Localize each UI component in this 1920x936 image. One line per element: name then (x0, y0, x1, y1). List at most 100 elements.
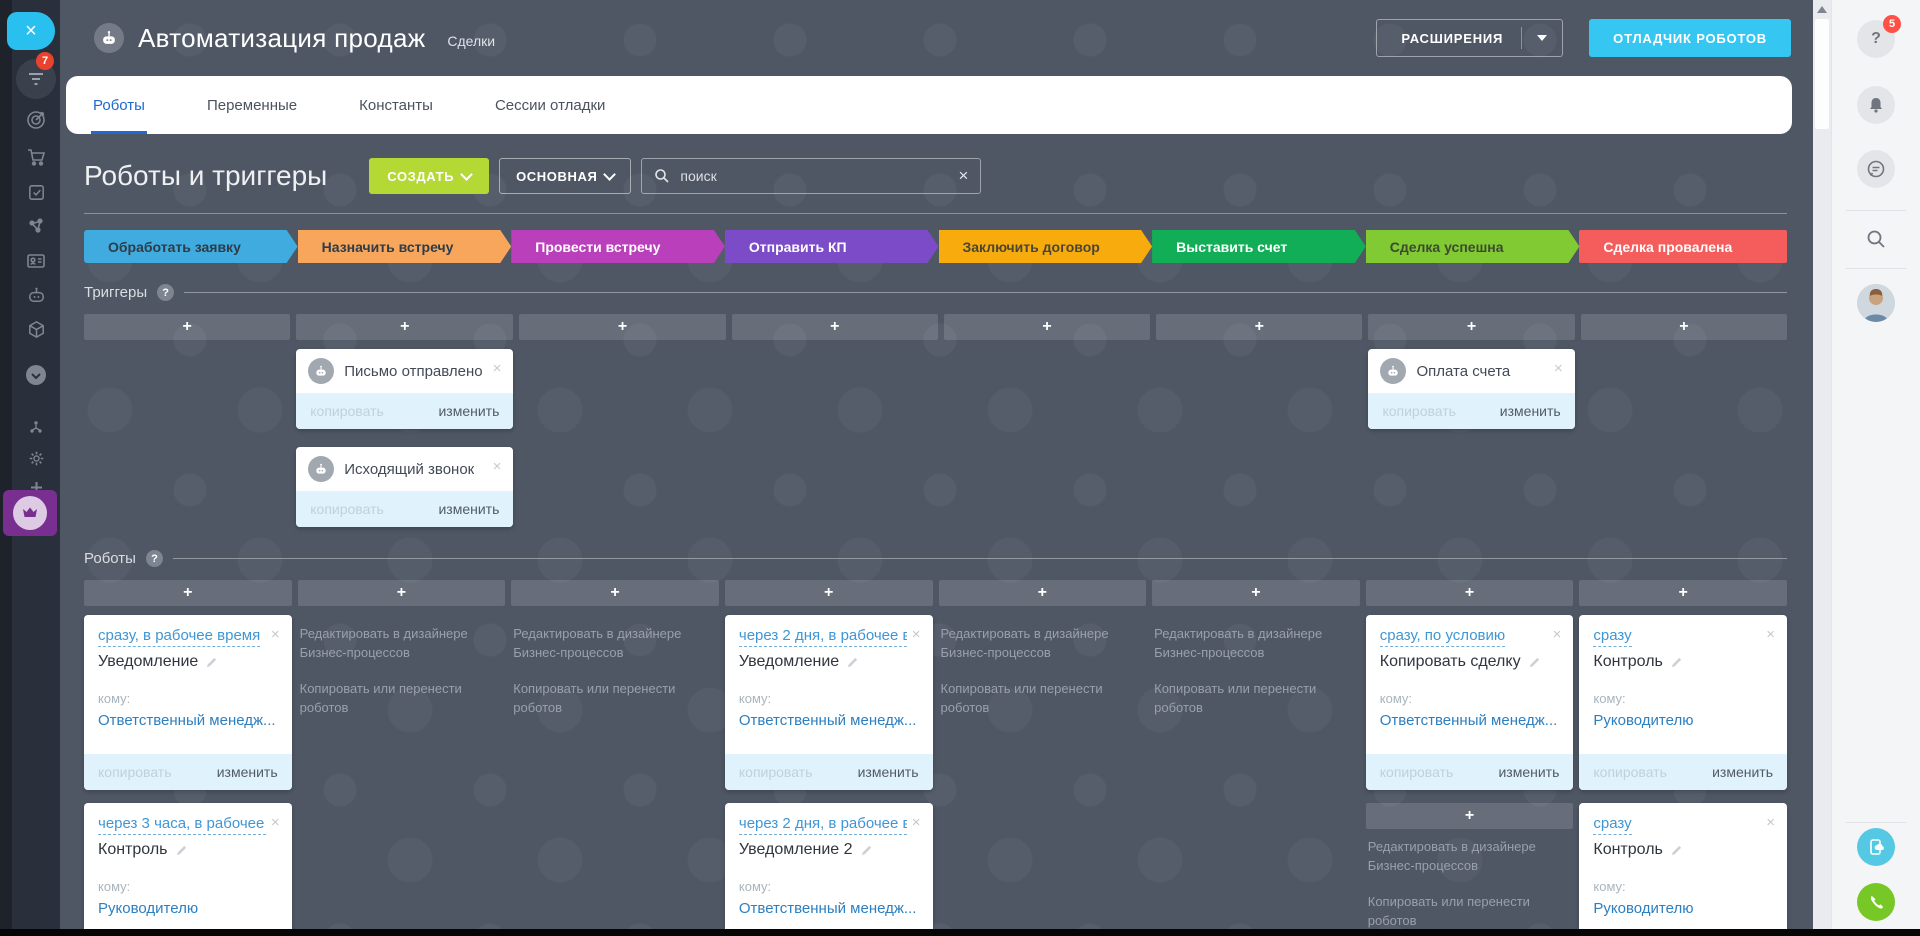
extensions-dropdown[interactable] (1522, 35, 1562, 41)
designer-link[interactable]: Редактировать в дизайнере Бизнес-процесс… (513, 625, 715, 663)
add-robot-button[interactable]: + (84, 580, 292, 606)
copy-robots-link[interactable]: Копировать или перенести роботов (1368, 893, 1570, 931)
copy-robots-link[interactable]: Копировать или перенести роботов (1154, 680, 1356, 718)
schedule-link[interactable]: сразу, по условию (1379, 627, 1506, 647)
add-trigger-button[interactable]: + (943, 314, 1151, 340)
recipient-link[interactable]: Ответственный менедж... (1380, 712, 1562, 729)
tab-robots[interactable]: Роботы (91, 76, 147, 134)
edit-link[interactable]: изменить (1712, 764, 1773, 780)
designer-link[interactable]: Редактировать в дизайнере Бизнес-процесс… (1368, 838, 1570, 876)
sidebar-item-feed[interactable]: 7 (12, 52, 60, 99)
scroll-up-arrow[interactable] (1817, 6, 1827, 13)
close-slider-button[interactable]: × (7, 12, 55, 50)
add-trigger-button[interactable]: + (731, 314, 938, 340)
add-robot-button[interactable]: + (1152, 580, 1360, 606)
add-robot-button[interactable]: + (297, 580, 506, 606)
schedule-link[interactable]: через 3 часа, в рабочее в... (98, 815, 266, 835)
stage-zaklyuchit-dogovor[interactable]: Заключить договор (939, 230, 1153, 263)
help-icon[interactable]: ? (157, 284, 175, 301)
sidebar-item-more[interactable] (12, 358, 60, 392)
edit-pencil-icon[interactable] (205, 656, 218, 669)
recipient-link[interactable]: Руководителю (1593, 900, 1775, 917)
close-icon[interactable]: × (1766, 627, 1775, 642)
copy-link[interactable]: копировать (739, 764, 813, 780)
telephony-button[interactable] (1857, 883, 1895, 921)
close-icon[interactable]: × (1553, 627, 1562, 642)
add-trigger-button[interactable]: + (1580, 314, 1787, 340)
close-icon[interactable]: × (493, 459, 502, 474)
sidebar-item-structure[interactable] (12, 410, 60, 444)
close-icon[interactable]: × (271, 815, 280, 830)
tab-variables[interactable]: Переменные (205, 76, 299, 134)
schedule-link[interactable]: сразу, в рабочее время (98, 627, 261, 647)
sidebar-item-crm[interactable] (12, 103, 60, 137)
schedule-link[interactable]: сразу (1593, 627, 1632, 647)
designer-link[interactable]: Редактировать в дизайнере Бизнес-процесс… (300, 625, 502, 663)
sidebar-item-tasks[interactable] (12, 175, 60, 209)
add-trigger-button[interactable]: + (84, 314, 291, 340)
edit-link[interactable]: изменить (1500, 403, 1561, 419)
chat-button[interactable] (1857, 150, 1895, 188)
sidebar-item-contacts[interactable] (12, 244, 60, 278)
edit-pencil-icon[interactable] (1670, 656, 1683, 669)
help-icon[interactable]: ? (145, 550, 163, 567)
stage-naznachit-vstrechu[interactable]: Назначить встречу (298, 230, 512, 263)
add-robot-button[interactable]: + (511, 580, 719, 606)
stage-vystavit-schet[interactable]: Выставить счет (1152, 230, 1366, 263)
edit-pencil-icon[interactable] (175, 844, 188, 857)
edit-link[interactable]: изменить (217, 764, 278, 780)
add-trigger-button[interactable]: + (296, 314, 514, 340)
edit-pencil-icon[interactable] (1670, 844, 1683, 857)
copy-link[interactable]: копировать (310, 403, 384, 419)
designer-link[interactable]: Редактировать в дизайнере Бизнес-процесс… (941, 625, 1143, 663)
close-icon[interactable]: × (912, 627, 921, 642)
stage-obrabotat-zayavku[interactable]: Обработать заявку (84, 230, 298, 263)
sidebar-item-sites[interactable] (12, 312, 60, 346)
search-input[interactable] (680, 168, 959, 184)
edit-link[interactable]: изменить (438, 403, 499, 419)
stage-sdelka-provalena[interactable]: Сделка провалена (1579, 230, 1787, 263)
stage-provesti-vstrechu[interactable]: Провести встречу (511, 230, 725, 263)
recipient-link[interactable]: Ответственный менедж... (739, 712, 921, 729)
recipient-link[interactable]: Ответственный менедж... (739, 900, 921, 917)
edit-pencil-icon[interactable] (1528, 656, 1541, 669)
create-button[interactable]: СОЗДАТЬ (369, 158, 490, 194)
extensions-button[interactable]: РАСШИРЕНИЯ (1376, 19, 1564, 57)
tab-constants[interactable]: Константы (357, 76, 435, 134)
stage-sdelka-uspeshna[interactable]: Сделка успешна (1366, 230, 1580, 263)
copy-link[interactable]: копировать (98, 764, 172, 780)
close-icon[interactable]: × (1554, 361, 1563, 376)
stage-otpravit-kp[interactable]: Отправить КП (725, 230, 939, 263)
robot-card[interactable]: через 2 дня, в рабочее вр... × Уведомлен… (724, 615, 933, 790)
copy-robots-link[interactable]: Копировать или перенести роботов (941, 680, 1143, 718)
edit-link[interactable]: изменить (858, 764, 919, 780)
add-robot-button[interactable]: + (1579, 580, 1787, 606)
robot-card[interactable]: через 2 дня, в рабочее вр... × Уведомлен… (724, 803, 933, 936)
notifications-button[interactable] (1857, 86, 1895, 124)
add-robot-button[interactable]: + (1365, 803, 1574, 829)
add-robot-button[interactable]: + (938, 580, 1147, 606)
copy-robots-link[interactable]: Копировать или перенести роботов (300, 680, 502, 718)
robot-card[interactable]: сразу, в рабочее время × Уведомление ком… (84, 615, 292, 790)
trigger-card[interactable]: Исходящий звонок × копировать изменить (296, 447, 514, 527)
robot-debugger-button[interactable]: ОТЛАДЧИК РОБОТОВ (1589, 19, 1791, 57)
copy-robots-link[interactable]: Копировать или перенести роботов (513, 680, 715, 718)
global-search-button[interactable] (1865, 228, 1887, 255)
sidebar-item-shop[interactable] (12, 140, 60, 174)
schedule-link[interactable]: сразу (1593, 815, 1632, 835)
schedule-link[interactable]: через 2 дня, в рабочее вр... (738, 815, 907, 835)
clear-search-icon[interactable]: × (958, 166, 968, 186)
close-icon[interactable]: × (493, 361, 502, 376)
edit-pencil-icon[interactable] (846, 656, 859, 669)
add-trigger-button[interactable]: + (1368, 314, 1575, 340)
edit-pencil-icon[interactable] (860, 844, 873, 857)
edit-link[interactable]: изменить (438, 501, 499, 517)
add-trigger-button[interactable]: + (1156, 314, 1363, 340)
help-button[interactable]: ? 5 (1857, 15, 1901, 58)
robot-card[interactable]: сразу × Контроль кому: Руководителю копи… (1579, 803, 1787, 936)
mobile-app-button[interactable] (1857, 828, 1895, 866)
trigger-card[interactable]: Оплата счета × копировать изменить (1368, 349, 1575, 429)
robot-card[interactable]: сразу, по условию × Копировать сделку ко… (1365, 615, 1574, 790)
tab-debug-sessions[interactable]: Сессии отладки (493, 76, 607, 134)
copy-link[interactable]: копировать (1382, 403, 1456, 419)
